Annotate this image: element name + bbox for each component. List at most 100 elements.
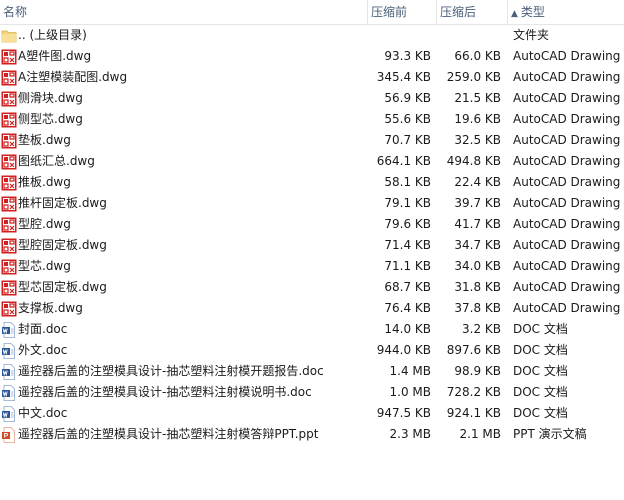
file-name: 推板.dwg [18, 175, 71, 189]
file-row[interactable]: 封面.doc 14.0 KB 3.2 KB DOC 文档 [0, 319, 624, 340]
file-type: 文件夹 [513, 28, 550, 42]
size-after [437, 25, 501, 46]
dwg-file-icon [1, 88, 17, 109]
size-before: 70.7 KB [384, 133, 431, 147]
file-type: AutoCAD Drawing [513, 259, 621, 273]
file-row[interactable]: 型腔固定板.dwg 71.4 KB 34.7 KB AutoCAD Drawing [0, 235, 624, 256]
file-name: 侧型芯.dwg [18, 112, 83, 126]
size-before: 71.1 KB [384, 259, 431, 273]
file-row[interactable]: 外文.doc 944.0 KB 897.6 KB DOC 文档 [0, 340, 624, 361]
dwg-file-icon [1, 214, 17, 235]
file-type: AutoCAD Drawing [513, 301, 621, 315]
file-row[interactable]: 型腔.dwg 79.6 KB 41.7 KB AutoCAD Drawing [0, 214, 624, 235]
file-type: PPT 演示文稿 [513, 427, 587, 441]
file-name: 外文.doc [18, 343, 68, 357]
file-type: DOC 文档 [513, 385, 568, 399]
file-type: DOC 文档 [513, 322, 568, 336]
file-row[interactable]: 推板.dwg 58.1 KB 22.4 KB AutoCAD Drawing [0, 172, 624, 193]
size-after: 66.0 KB [454, 49, 501, 63]
size-after: 41.7 KB [454, 217, 501, 231]
size-before: 71.4 KB [384, 238, 431, 252]
size-after: 34.0 KB [454, 259, 501, 273]
file-row[interactable]: 图纸汇总.dwg 664.1 KB 494.8 KB AutoCAD Drawing [0, 151, 624, 172]
size-after: 2.1 MB [459, 427, 501, 441]
doc-file-icon [1, 382, 17, 403]
dwg-file-icon [1, 130, 17, 151]
size-before: 1.4 MB [389, 364, 431, 378]
doc-file-icon [1, 340, 17, 361]
size-before: 14.0 KB [384, 322, 431, 336]
dwg-file-icon [1, 172, 17, 193]
dwg-file-icon [1, 193, 17, 214]
file-type: AutoCAD Drawing [513, 154, 621, 168]
file-row[interactable]: A塑件图.dwg 93.3 KB 66.0 KB AutoCAD Drawing [0, 46, 624, 67]
file-name: 垫板.dwg [18, 133, 71, 147]
dwg-file-icon [1, 46, 17, 67]
file-name: 图纸汇总.dwg [18, 154, 95, 168]
file-type: AutoCAD Drawing [513, 70, 621, 84]
size-before: 79.6 KB [384, 217, 431, 231]
file-name: 侧滑块.dwg [18, 91, 83, 105]
column-header-after[interactable]: 压缩后 [437, 0, 507, 24]
file-type: AutoCAD Drawing [513, 49, 621, 63]
size-before: 1.0 MB [389, 385, 431, 399]
size-after: 31.8 KB [454, 280, 501, 294]
file-name: A注塑模装配图.dwg [18, 70, 128, 84]
column-header-bar: 名称 压缩前 压缩后 ▲ 类型 [0, 0, 624, 25]
file-name: 型芯固定板.dwg [18, 280, 107, 294]
file-row[interactable]: A注塑模装配图.dwg 345.4 KB 259.0 KB AutoCAD Drawi… [0, 67, 624, 88]
column-header-before[interactable]: 压缩前 [368, 0, 436, 24]
size-before: 55.6 KB [384, 112, 431, 126]
size-after: 22.4 KB [454, 175, 501, 189]
file-name: 型芯.dwg [18, 259, 71, 273]
file-type: DOC 文档 [513, 364, 568, 378]
file-type: AutoCAD Drawing [513, 91, 621, 105]
size-before: 947.5 KB [376, 406, 431, 420]
size-after: 728.2 KB [446, 385, 501, 399]
size-after: 21.5 KB [454, 91, 501, 105]
file-type: DOC 文档 [513, 406, 568, 420]
file-row[interactable]: 型芯固定板.dwg 68.7 KB 31.8 KB AutoCAD Drawing [0, 277, 624, 298]
file-row[interactable]: 支撑板.dwg 76.4 KB 37.8 KB AutoCAD Drawing [0, 298, 624, 319]
file-name: 型腔固定板.dwg [18, 238, 107, 252]
file-name: 推杆固定板.dwg [18, 196, 107, 210]
size-before: 93.3 KB [384, 49, 431, 63]
file-row[interactable]: 型芯.dwg 71.1 KB 34.0 KB AutoCAD Drawing [0, 256, 624, 277]
file-type: AutoCAD Drawing [513, 175, 621, 189]
size-after: 259.0 KB [446, 70, 501, 84]
column-header-type[interactable]: ▲ 类型 [508, 0, 624, 24]
dwg-file-icon [1, 67, 17, 88]
dwg-file-icon [1, 256, 17, 277]
size-before: 56.9 KB [384, 91, 431, 105]
size-before: 345.4 KB [376, 70, 431, 84]
file-row[interactable]: 侧型芯.dwg 55.6 KB 19.6 KB AutoCAD Drawing [0, 109, 624, 130]
size-after: 924.1 KB [446, 406, 501, 420]
dwg-file-icon [1, 235, 17, 256]
file-type: AutoCAD Drawing [513, 238, 621, 252]
file-name: .. (上级目录) [18, 28, 87, 42]
file-row[interactable]: 侧滑块.dwg 56.9 KB 21.5 KB AutoCAD Drawing [0, 88, 624, 109]
file-row[interactable]: 遥控器后盖的注塑模具设计-抽芯塑料注射模开题报告.doc 1.4 MB 98.9 K… [0, 361, 624, 382]
size-after: 39.7 KB [454, 196, 501, 210]
file-row[interactable]: 推杆固定板.dwg 79.1 KB 39.7 KB AutoCAD Drawing [0, 193, 624, 214]
parent-directory-row[interactable]: .. (上级目录) 文件夹 [0, 25, 624, 46]
file-type: AutoCAD Drawing [513, 133, 621, 147]
doc-file-icon [1, 361, 17, 382]
ppt-file-icon [1, 424, 17, 445]
folder-icon [1, 25, 17, 46]
file-list: .. (上级目录) 文件夹 A塑件图.dwg 93.3 KB 66.0 KB AutoCA… [0, 25, 624, 445]
file-row[interactable]: 遥控器后盖的注塑模具设计-抽芯塑料注射模说明书.doc 1.0 MB 728.2 K… [0, 382, 624, 403]
file-type: AutoCAD Drawing [513, 217, 621, 231]
file-name: 封面.doc [18, 322, 68, 336]
file-row[interactable]: 中文.doc 947.5 KB 924.1 KB DOC 文档 [0, 403, 624, 424]
size-before [368, 25, 431, 46]
size-after: 98.9 KB [454, 364, 501, 378]
file-name: 中文.doc [18, 406, 68, 420]
file-name: 支撑板.dwg [18, 301, 83, 315]
file-row[interactable]: 垫板.dwg 70.7 KB 32.5 KB AutoCAD Drawing [0, 130, 624, 151]
column-header-name[interactable]: 名称 [0, 0, 368, 24]
file-row[interactable]: 遥控器后盖的注塑模具设计-抽芯塑料注射模答辩PPT.ppt 2.3 MB 2.1 M… [0, 424, 624, 445]
size-before: 2.3 MB [389, 427, 431, 441]
sort-ascending-icon: ▲ [511, 9, 518, 19]
file-name: A塑件图.dwg [18, 49, 92, 63]
